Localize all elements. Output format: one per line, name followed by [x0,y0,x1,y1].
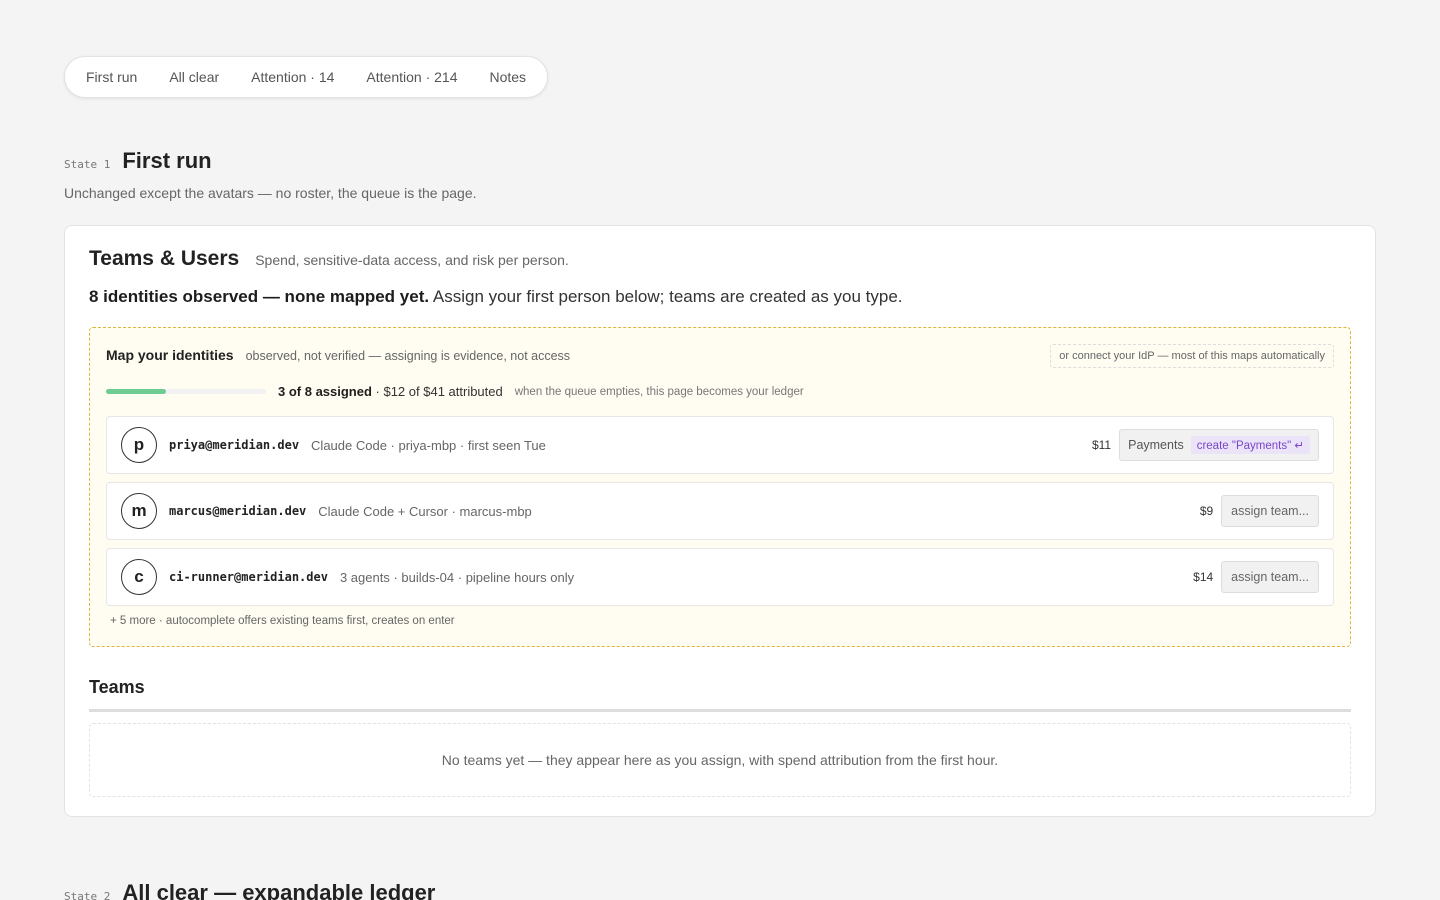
connect-idp-button[interactable]: or connect your IdP — most of this maps … [1050,344,1334,368]
teams-divider [89,709,1351,712]
team-input-value: Payments [1128,438,1184,452]
team-input[interactable]: Payments create "Payments" ↵ [1119,429,1319,461]
identity-spend: $14 [1193,570,1214,584]
page-subtitle: Spend, sensitive-data access, and risk p… [255,252,569,268]
identity-email: marcus@meridian.dev [169,504,307,518]
map-subtitle: observed, not verified — assigning is ev… [245,349,571,363]
identity-email: ci-runner@meridian.dev [169,570,328,584]
identity-actions: $11 Payments create "Payments" ↵ [1092,417,1319,473]
identity-info: marcus@meridian.dev Claude Code + Cursor… [169,483,532,539]
identity-spend: $9 [1199,504,1214,518]
teams-users-card: Teams & Users Spend, sensitive-data acce… [64,225,1376,817]
identity-row: p priya@meridian.dev Claude Code · priya… [106,416,1334,474]
assign-team-button[interactable]: assign team... [1221,495,1319,527]
identity-meta: Claude Code · priya-mbp · first seen Tue [311,437,546,453]
avatar: m [121,493,157,529]
identity-meta: 3 agents · builds-04 · pipeline hours on… [339,569,575,585]
progress-bold: 3 of 8 assigned [278,384,372,399]
teams-heading: Teams [89,677,145,697]
state-title: All clear — expandable ledger [122,880,436,900]
state-tabs: First run All clear Attention · 14 Atten… [64,56,549,98]
headline-bold: 8 identities observed — none mapped yet. [89,287,430,306]
identity-row: m marcus@meridian.dev Claude Code + Curs… [106,482,1334,540]
state-label: State 1 [64,158,111,171]
more-identities-note: + 5 more · autocomplete offers existing … [110,615,455,627]
teams-empty-state: No teams yet — they appear here as you a… [89,723,1351,797]
identity-info: ci-runner@meridian.dev 3 agents · builds… [169,549,574,605]
identity-actions: $9 assign team... [1200,483,1319,539]
avatar: c [121,559,157,595]
state-1-header: State 1 First run [64,148,212,174]
headline-rest: Assign your first person below; teams ar… [429,287,903,306]
identity-email: priya@meridian.dev [169,438,300,452]
state-2-header: State 2 All clear — expandable ledger [64,880,435,900]
state-title: First run [122,148,212,173]
tab-attention-14[interactable]: Attention · 14 [235,56,350,98]
state-description: Unchanged except the avatars — no roster… [64,185,477,201]
progress-note: when the queue empties, this page become… [514,385,804,398]
map-header: Map your identities observed, not verifi… [106,347,570,363]
create-team-suggestion[interactable]: create "Payments" ↵ [1190,436,1310,454]
card-header: Teams & Users Spend, sensitive-data acce… [89,247,569,271]
identity-meta: Claude Code + Cursor · marcus-mbp [318,503,532,519]
status-headline: 8 identities observed — none mapped yet.… [89,287,903,307]
map-title: Map your identities [106,347,234,363]
page-title: Teams & Users [89,247,240,270]
progress-text: 3 of 8 assigned · $12 of $41 attributed [278,384,503,399]
tab-all-clear[interactable]: All clear [153,56,235,98]
progress-rest: · $12 of $41 attributed [371,384,503,399]
tab-first-run[interactable]: First run [70,56,153,98]
identity-spend: $11 [1091,438,1112,452]
tab-attention-214[interactable]: Attention · 214 [350,56,473,98]
tab-notes[interactable]: Notes [473,56,542,98]
assignment-progress: 3 of 8 assigned · $12 of $41 attributed … [106,384,804,399]
identity-row: c ci-runner@meridian.dev 3 agents · buil… [106,548,1334,606]
map-identities-panel: Map your identities observed, not verifi… [89,327,1351,647]
state-label: State 2 [64,890,111,900]
progress-bar [106,389,266,394]
identity-info: priya@meridian.dev Claude Code · priya-m… [169,417,546,473]
identity-actions: $14 assign team... [1193,549,1319,605]
progress-bar-fill [106,389,166,394]
assign-team-button[interactable]: assign team... [1221,561,1319,593]
avatar: p [121,427,157,463]
